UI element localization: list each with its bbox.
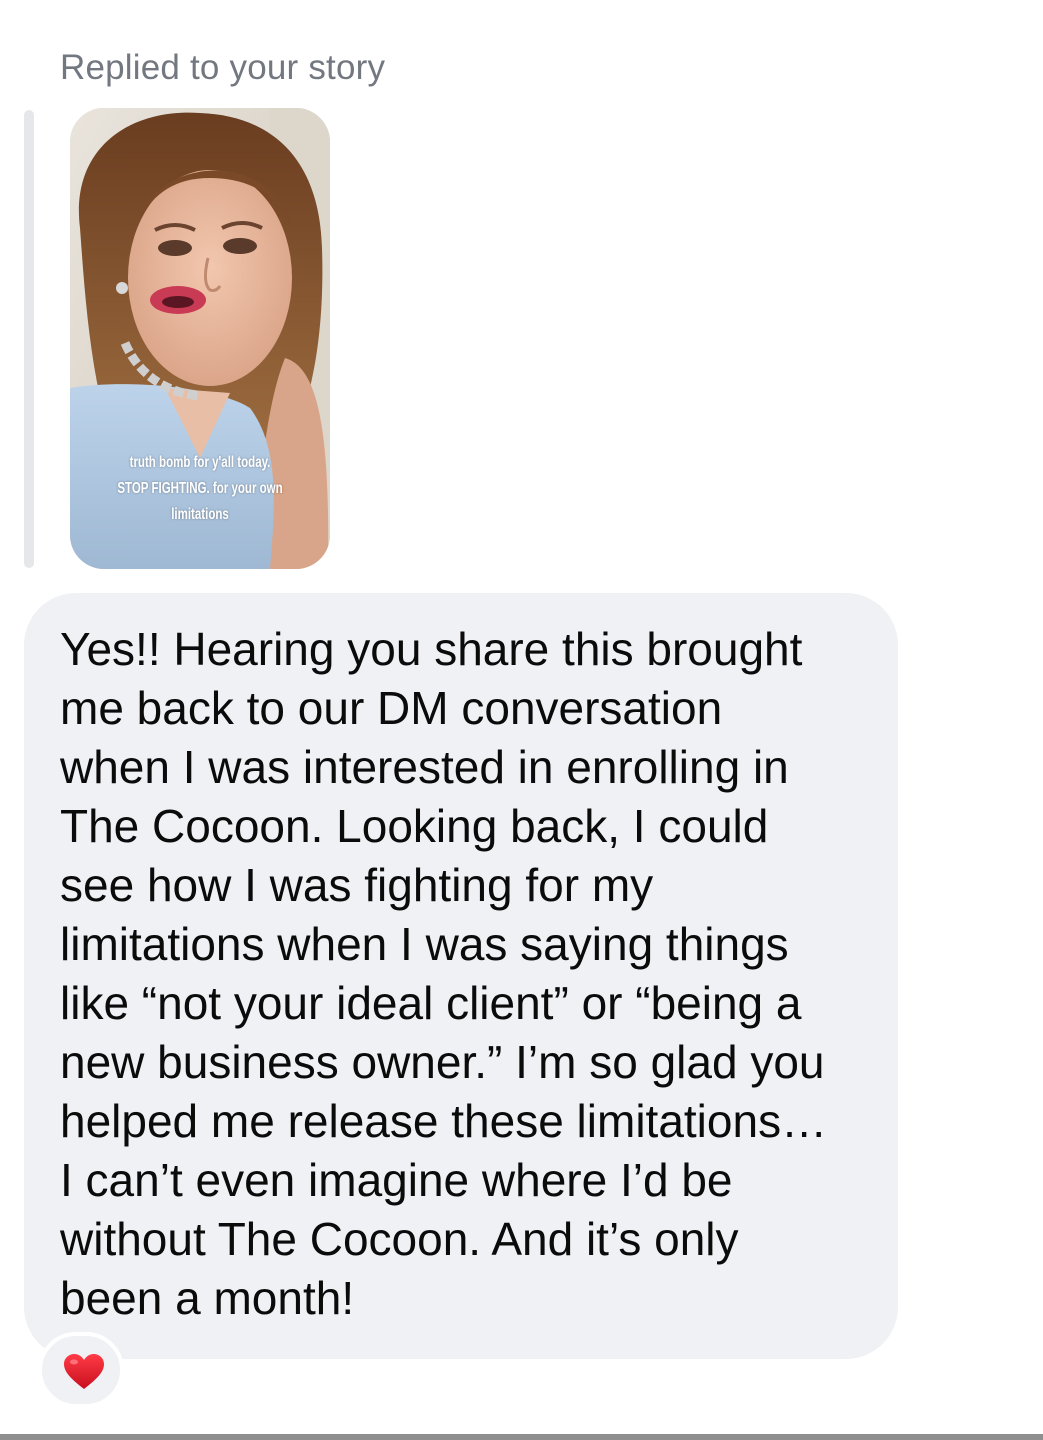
message-line: The Cocoon. Looking back, I could — [60, 800, 769, 852]
message-line: been a month! — [60, 1272, 355, 1324]
message-line: like “not your ideal client” or “being a — [60, 977, 802, 1029]
message-text: Yes!! Hearing you share this brought me … — [60, 620, 880, 1328]
message-line: new business owner.” I’m so glad you — [60, 1036, 825, 1088]
message-line: I can’t even imagine where I’d be — [60, 1154, 733, 1206]
story-quote-bar — [24, 110, 34, 568]
message-line: me back to our DM conversation — [60, 682, 723, 734]
story-caption-line: limitations — [106, 502, 293, 528]
story-caption: truth bomb for y'all today. STOP FIGHTIN… — [106, 450, 293, 528]
bottom-divider — [0, 1434, 1043, 1440]
message-line: when I was interested in enrolling in — [60, 741, 789, 793]
message-line: Yes!! Hearing you share this brought — [60, 623, 803, 675]
replied-to-story-label: Replied to your story — [60, 48, 386, 87]
message-line: without The Cocoon. And it’s only — [60, 1213, 739, 1265]
message-line: see how I was fighting for my — [60, 859, 654, 911]
red-heart-icon — [64, 1354, 104, 1389]
story-thumbnail[interactable]: truth bomb for y'all today. STOP FIGHTIN… — [70, 108, 330, 569]
heart-reaction[interactable] — [38, 1332, 124, 1408]
message-line: helped me release these limitations… — [60, 1095, 828, 1147]
message-line: limitations when I was saying things — [60, 918, 789, 970]
